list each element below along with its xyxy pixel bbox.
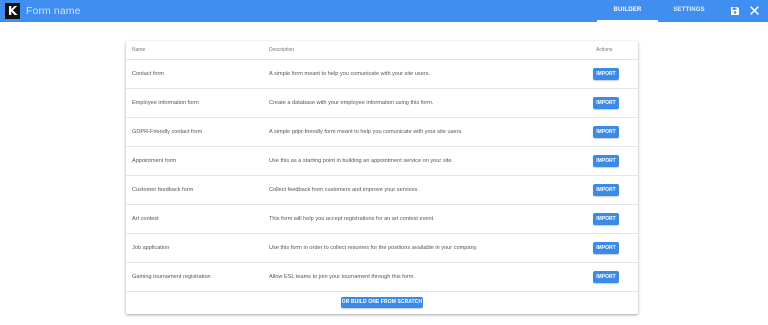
template-name: GDPR-Friendly contact form	[132, 129, 203, 135]
table-row: Customer feedback form Collect feedback …	[126, 176, 638, 205]
column-header-name: Name	[132, 47, 146, 53]
template-name: Gaming tournament registration	[132, 274, 211, 280]
table-header: Name Description Actions	[126, 41, 638, 60]
import-button[interactable]: IMPORT	[593, 184, 619, 196]
column-header-description: Description	[269, 47, 295, 53]
build-from-scratch-button[interactable]: OR BUILD ONE FROM SCRATCH	[341, 297, 423, 308]
import-button[interactable]: IMPORT	[593, 155, 619, 167]
form-name-input[interactable]: Form name	[26, 0, 81, 22]
table-row: Gaming tournament registration Allow ESL…	[126, 263, 638, 292]
import-button[interactable]: IMPORT	[593, 271, 619, 283]
template-name: Art contest	[132, 216, 159, 222]
table-row: Job application Use this form in order t…	[126, 234, 638, 263]
template-description: Use this as a starting point in building…	[269, 158, 454, 164]
template-description: A simple form meant to help you comunica…	[269, 71, 431, 77]
template-description: Allow ESL teams to join your tournament …	[269, 274, 415, 280]
template-name: Job application	[132, 245, 170, 251]
table-row: Appointment form Use this as a starting …	[126, 147, 638, 176]
tab-builder[interactable]: BUILDER	[597, 0, 658, 22]
import-button[interactable]: IMPORT	[593, 126, 619, 138]
template-description: Collect feedback from customers and impr…	[269, 187, 419, 193]
import-button[interactable]: IMPORT	[593, 68, 619, 80]
template-name: Appointment form	[132, 158, 177, 164]
close-icon[interactable]	[748, 4, 761, 17]
template-description: This form will help you accept registrat…	[269, 216, 435, 222]
tab-settings[interactable]: SETTINGS	[670, 0, 708, 22]
top-app-bar: K Form name BUILDER SETTINGS	[0, 0, 768, 22]
template-description: Create a database with your employee inf…	[269, 100, 434, 106]
import-button[interactable]: IMPORT	[593, 213, 619, 225]
save-icon[interactable]	[728, 4, 741, 17]
template-name: Customer feedback form	[132, 187, 194, 193]
import-button[interactable]: IMPORT	[593, 242, 619, 254]
import-button[interactable]: IMPORT	[593, 97, 619, 109]
template-description: A simple gdpr-friendly form meant to hel…	[269, 129, 463, 135]
template-description: Use this form in order to collect resume…	[269, 245, 478, 251]
table-row: Art contest This form will help you acce…	[126, 205, 638, 234]
table-row: Contact form A simple form meant to help…	[126, 60, 638, 89]
app-logo: K	[5, 3, 20, 19]
template-name: Employee information form	[132, 100, 199, 106]
table-row: Employee information form Create a datab…	[126, 89, 638, 118]
templates-card: Name Description Actions Contact form A …	[126, 41, 638, 314]
table-row: GDPR-Friendly contact form A simple gdpr…	[126, 118, 638, 147]
template-name: Contact form	[132, 71, 165, 77]
column-header-actions: Actions	[596, 47, 613, 53]
